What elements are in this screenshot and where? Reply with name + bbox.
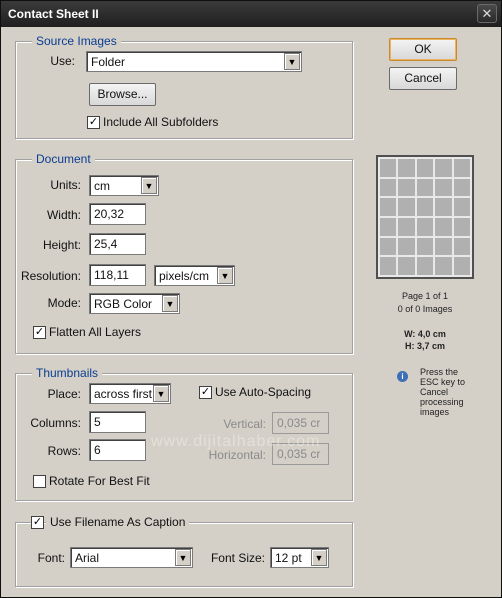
preview-thumbnail-cell — [380, 237, 397, 256]
ok-button[interactable]: OK — [389, 38, 457, 61]
source-images-legend: Source Images — [32, 34, 121, 48]
columns-label: Columns: — [30, 416, 81, 430]
chevron-down-icon[interactable]: ▼ — [284, 53, 300, 70]
preview-thumbnail-cell — [398, 237, 415, 256]
use-select[interactable]: Folder ▼ — [86, 51, 302, 72]
font-select[interactable]: Arial ▼ — [70, 547, 193, 568]
font-size-select-value: 12 pt — [275, 551, 302, 565]
use-label: Use: — [50, 54, 75, 68]
page-info: Page 1 of 1 — [401, 291, 449, 301]
font-size-select[interactable]: 12 pt ▼ — [270, 547, 329, 568]
chevron-down-icon[interactable]: ▼ — [175, 549, 191, 566]
preview-thumbnail-cell — [380, 159, 397, 177]
height-label: Height: — [42, 238, 81, 252]
vertical-spacing-field[interactable]: 0,035 cr — [272, 412, 329, 434]
font-select-value: Arial — [75, 551, 100, 565]
preview-thumbnail-cell — [398, 159, 415, 177]
preview-thumbnail-cell — [453, 237, 470, 256]
preview-thumbnail-cell — [435, 237, 452, 256]
preview-thumbnail-cell — [453, 178, 470, 197]
flatten-layers-checkbox[interactable]: ✓ — [33, 326, 46, 339]
title-bar[interactable]: Contact Sheet II — [1, 1, 501, 27]
height-info: H: 3,7 cm — [404, 341, 446, 351]
thumbnails-legend: Thumbnails — [32, 366, 103, 380]
preview-thumbnail-cell — [380, 178, 397, 197]
place-select-value: across first — [94, 387, 153, 401]
contact-sheet-preview — [376, 155, 474, 279]
width-field[interactable]: 20,32 — [89, 203, 146, 225]
rotate-best-fit-checkbox[interactable] — [33, 475, 46, 488]
width-info: W: 4,0 cm — [404, 329, 446, 339]
watermark: www.dijitalhaber.com — [151, 433, 321, 450]
preview-thumbnail-cell — [416, 217, 434, 236]
font-size-label: Font Size: — [210, 551, 265, 565]
close-icon[interactable]: ✕ — [477, 4, 497, 23]
auto-spacing-checkbox[interactable]: ✓ — [199, 386, 212, 399]
resolution-field[interactable]: 118,11 — [89, 264, 146, 286]
units-select-value: cm — [94, 179, 110, 193]
preview-thumbnail-cell — [435, 198, 452, 216]
height-field[interactable]: 25,4 — [89, 233, 146, 255]
resolution-label: Resolution: — [20, 269, 81, 283]
cancel-button[interactable]: Cancel — [389, 67, 457, 90]
preview-thumbnail-cell — [398, 257, 415, 275]
images-info: 0 of 0 Images — [397, 304, 453, 314]
chevron-down-icon[interactable]: ▼ — [162, 295, 178, 312]
use-select-value: Folder — [91, 55, 126, 69]
esc-hint: Press the ESC key to Cancel processing i… — [420, 367, 466, 417]
preview-thumbnail-cell — [380, 217, 397, 236]
preview-thumbnail-cell — [435, 217, 452, 236]
chevron-down-icon[interactable]: ▼ — [311, 549, 327, 566]
place-select[interactable]: across first ▼ — [89, 383, 171, 404]
rows-label: Rows: — [47, 444, 81, 458]
preview-thumbnail-cell — [380, 198, 397, 216]
use-filename-caption-label: Use Filename As Caption — [46, 515, 190, 529]
info-icon: i — [397, 371, 408, 382]
preview-thumbnail-cell — [398, 178, 415, 197]
preview-thumbnail-cell — [416, 257, 434, 275]
browse-button[interactable]: Browse... — [89, 83, 156, 106]
resolution-unit-value: pixels/cm — [159, 269, 210, 283]
mode-select[interactable]: RGB Color ▼ — [89, 293, 180, 314]
preview-thumbnail-cell — [416, 237, 434, 256]
include-subfolders-label: Include All Subfolders — [103, 115, 219, 129]
units-label: Units: — [50, 178, 81, 192]
font-label: Font: — [37, 551, 65, 565]
units-select[interactable]: cm ▼ — [89, 175, 159, 196]
preview-thumbnail-cell — [416, 159, 434, 177]
chevron-down-icon[interactable]: ▼ — [153, 385, 169, 402]
window-title: Contact Sheet II — [8, 7, 99, 21]
preview-thumbnail-cell — [416, 178, 434, 197]
preview-thumbnail-cell — [416, 198, 434, 216]
preview-thumbnail-cell — [453, 159, 470, 177]
preview-thumbnail-cell — [380, 257, 397, 275]
preview-thumbnail-cell — [435, 257, 452, 275]
preview-thumbnail-cell — [435, 159, 452, 177]
preview-thumbnail-cell — [435, 178, 452, 197]
include-subfolders-checkbox[interactable]: ✓ — [87, 116, 100, 129]
mode-select-value: RGB Color — [94, 297, 153, 311]
mode-label: Mode: — [47, 296, 81, 310]
preview-thumbnail-cell — [453, 198, 470, 216]
chevron-down-icon[interactable]: ▼ — [141, 177, 157, 194]
preview-thumbnail-cell — [398, 217, 415, 236]
document-legend: Document — [32, 152, 95, 166]
preview-thumbnail-cell — [398, 198, 415, 216]
use-filename-caption-checkbox[interactable]: ✓ — [31, 516, 44, 529]
preview-thumbnail-cell — [453, 217, 470, 236]
resolution-unit-select[interactable]: pixels/cm ▼ — [154, 265, 235, 286]
rotate-best-fit-label: Rotate For Best Fit — [49, 474, 150, 488]
vertical-label: Vertical: — [223, 417, 266, 431]
auto-spacing-label: Use Auto-Spacing — [215, 385, 312, 399]
preview-thumbnail-cell — [453, 257, 470, 275]
place-label: Place: — [47, 387, 81, 401]
flatten-layers-label: Flatten All Layers — [49, 325, 142, 339]
width-label: Width: — [46, 208, 81, 222]
rows-field[interactable]: 6 — [89, 439, 146, 461]
chevron-down-icon[interactable]: ▼ — [217, 267, 233, 284]
contact-sheet-dialog: Contact Sheet II OK Cancel Source Images… — [0, 0, 502, 598]
columns-field[interactable]: 5 — [89, 411, 146, 433]
